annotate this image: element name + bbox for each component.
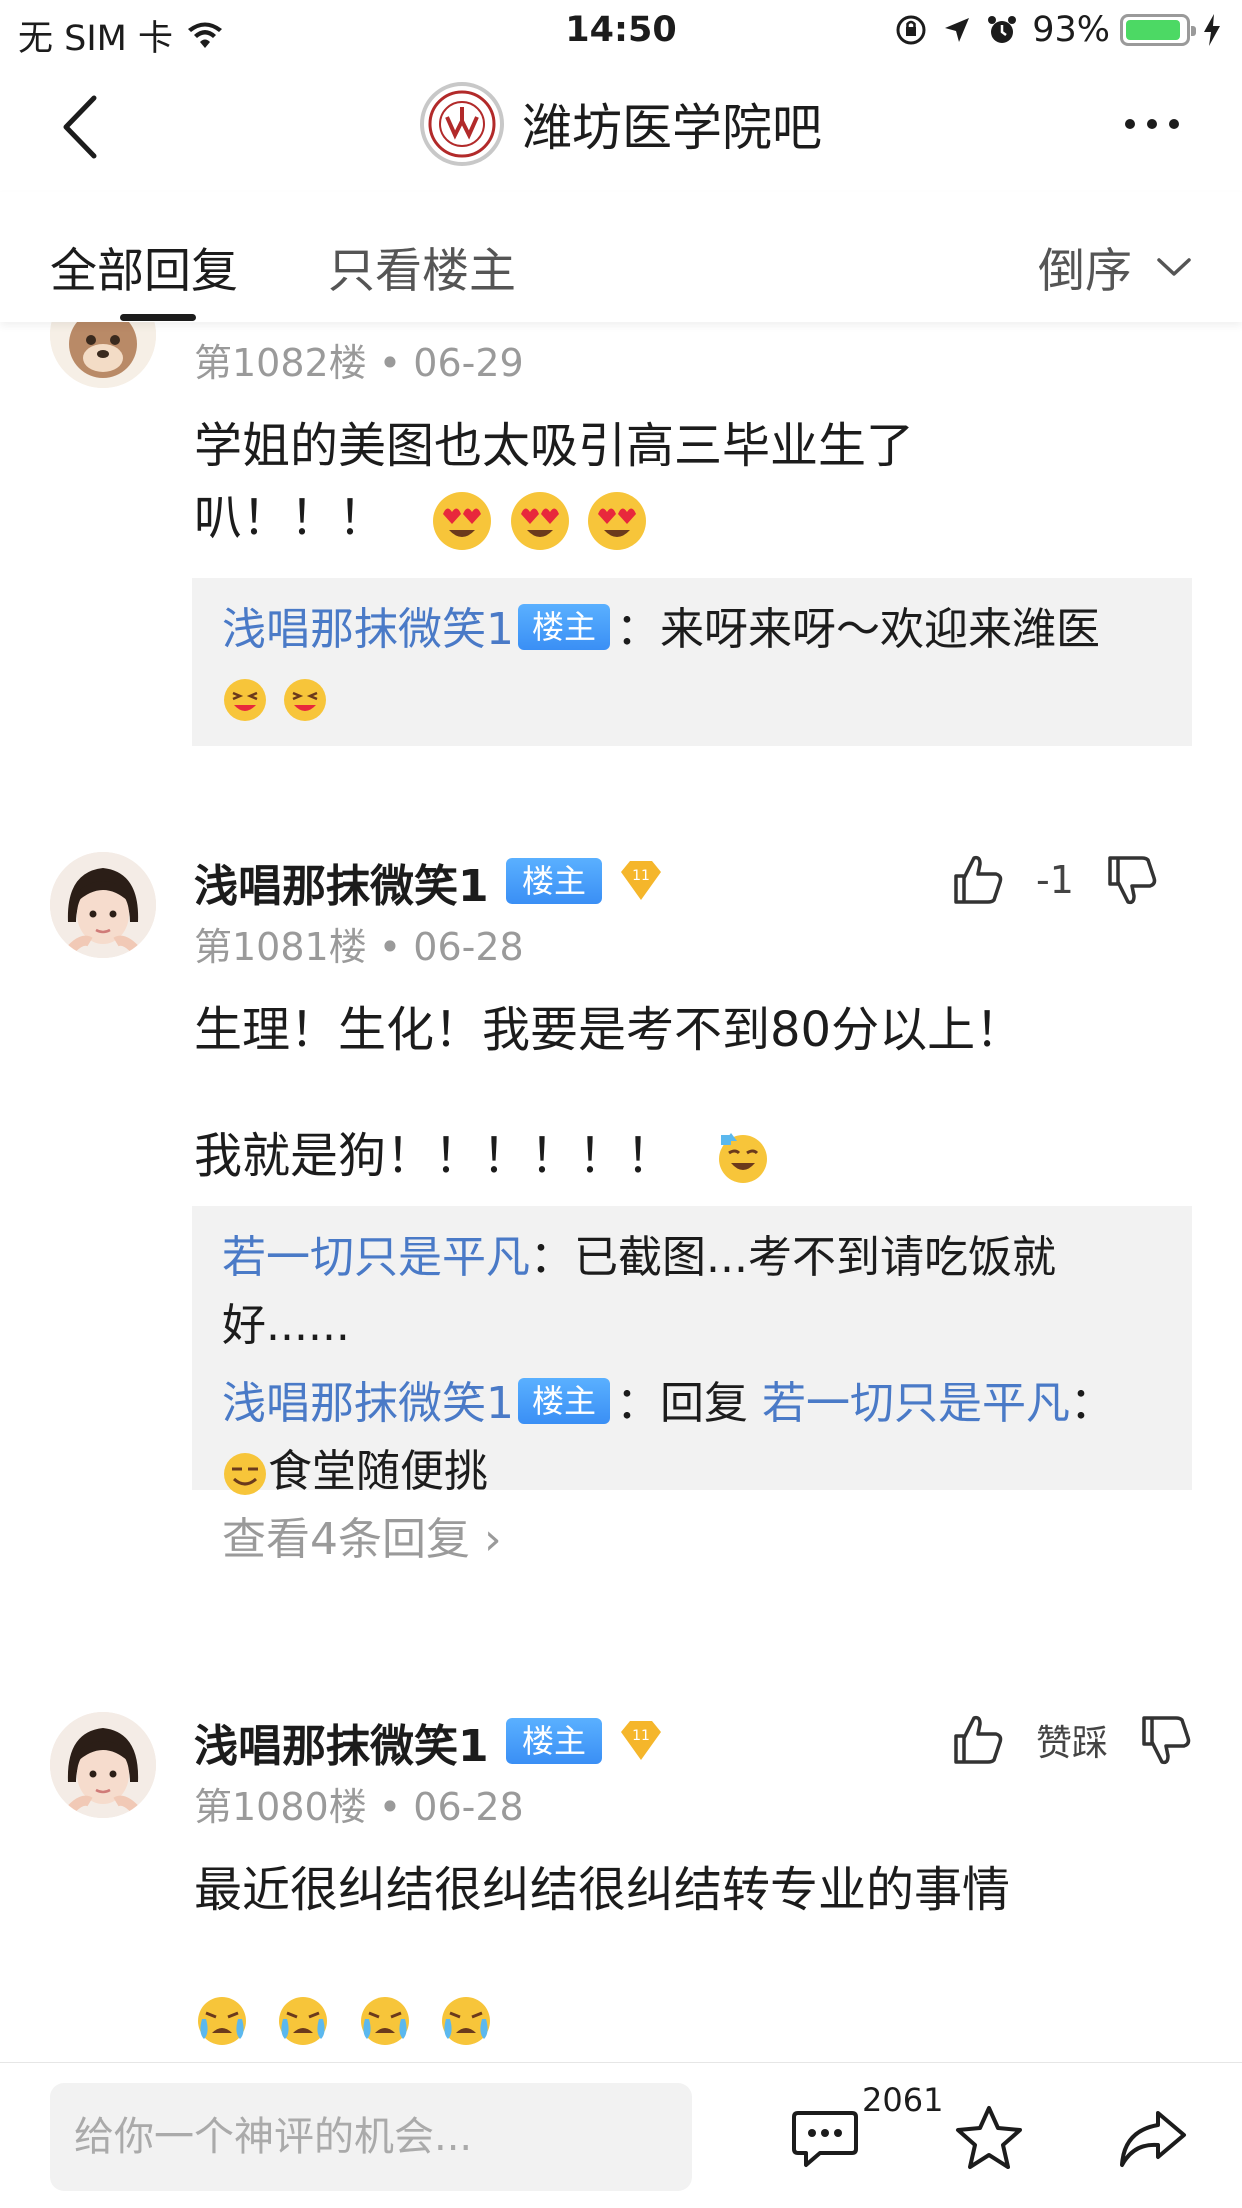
more-dots-icon[interactable] xyxy=(1122,114,1182,134)
bottom-bar: 2061 xyxy=(0,2062,1242,2208)
sort-label: 倒序 xyxy=(1038,244,1132,299)
heart-eyes-emoji-icon xyxy=(510,492,569,550)
share-icon[interactable] xyxy=(1118,2103,1188,2173)
level-diamond-icon: 11 xyxy=(621,861,661,900)
charging-icon xyxy=(1204,14,1220,46)
thumbs-down-icon[interactable] xyxy=(1104,852,1160,908)
grin-emoji-icon xyxy=(224,679,266,721)
svg-text:11: 11 xyxy=(632,868,650,884)
thumbs-down-icon[interactable] xyxy=(1138,1712,1194,1768)
host-badge: 楼主 xyxy=(506,1718,603,1764)
sub-reply-box[interactable]: 若一切只是平凡：已截图...考不到请吃饭就好...... 浅唱那抹微笑1 楼主 ：回… xyxy=(192,1206,1192,1565)
view-more-replies-link[interactable]: 查看4条回复 › xyxy=(222,1506,1162,1574)
vote-controls: 赞踩 xyxy=(950,1712,1194,1768)
sub-reply-box[interactable]: 浅唱那抹微笑1 楼主 ：来呀来呀～欢迎来潍医 xyxy=(192,578,1192,746)
heart-eyes-emoji-icon xyxy=(587,492,646,550)
sub-reply-emojis xyxy=(222,664,1162,732)
sub-reply-username[interactable]: 浅唱那抹微笑1 xyxy=(222,604,514,655)
comment-count: 2061 xyxy=(862,2081,944,2119)
level-diamond-icon: 11 xyxy=(621,1721,661,1760)
sort-dropdown[interactable]: 倒序 xyxy=(1038,232,1192,301)
host-badge: 楼主 xyxy=(518,604,611,650)
crying-emoji-icon xyxy=(198,1997,246,2045)
bear-avatar-icon xyxy=(50,322,156,388)
school-emblem-icon xyxy=(428,90,496,158)
post-body: 生理！生化！我要是考不到80分以上！ 我就是狗！！！！！！ xyxy=(194,994,1194,1192)
crying-emoji-icon xyxy=(360,1997,409,2045)
status-right: 93% xyxy=(894,10,1222,50)
avatar[interactable] xyxy=(50,1712,156,1818)
post-body-line: 生理！生化！我要是考不到80分以上！ xyxy=(194,1002,1024,1058)
host-badge: 楼主 xyxy=(518,1378,611,1424)
nav-bar: 潍坊医学院吧 xyxy=(0,62,1242,192)
post-body: 学姐的美图也太吸引高三毕业生了 叭！！！ xyxy=(194,410,1194,554)
chevron-down-icon xyxy=(1157,257,1191,276)
crying-emoji-icon xyxy=(441,1997,490,2045)
sub-reply-text: ：回复 xyxy=(616,1378,749,1429)
grin-emoji-icon xyxy=(284,679,326,721)
sub-reply-username[interactable]: 若一切只是平凡 xyxy=(222,1232,530,1283)
thumbs-up-icon[interactable] xyxy=(950,1712,1006,1768)
svg-text:11: 11 xyxy=(632,1728,650,1744)
alarm-icon xyxy=(988,16,1017,43)
sub-reply[interactable]: 浅唱那抹微笑1 楼主 ：来呀来呀～欢迎来潍医 xyxy=(222,596,1162,664)
location-icon xyxy=(945,18,970,42)
post-body-line-2: 叭！！！ xyxy=(194,482,1194,554)
heart-eyes-emoji-icons xyxy=(431,490,648,550)
post-body-line-2: 我就是狗！！！！！！ xyxy=(194,1120,1194,1192)
floor-and-date: 第1081楼 • 06-28 xyxy=(194,925,524,969)
forum-header[interactable]: 潍坊医学院吧 xyxy=(0,82,1242,166)
vote-label: 赞踩 xyxy=(1036,1723,1109,1764)
comment-input[interactable] xyxy=(50,2083,692,2191)
battery-percent: 93% xyxy=(1032,10,1110,50)
post-body-line: 最近很纠结很纠结很纠结转专业的事情 xyxy=(194,1862,1011,1918)
sub-reply-colon: ： xyxy=(1070,1378,1115,1429)
sub-reply[interactable]: 若一切只是平凡：已截图...考不到请吃饭就好...... xyxy=(222,1224,1162,1360)
reply-tabs: 全部回复 只看楼主 倒序 xyxy=(0,192,1242,322)
forum-logo xyxy=(420,82,504,166)
heart-eyes-emoji-icon xyxy=(433,492,492,550)
girl-avatar-icon xyxy=(50,852,156,958)
crying-emoji-icon xyxy=(279,1997,328,2045)
thumbs-up-icon[interactable] xyxy=(950,852,1006,908)
battery-icon xyxy=(1120,14,1196,46)
reply-list[interactable]: 第1082楼 • 06-29 学姐的美图也太吸引高三毕业生了 叭！！！ 浅唱那抹… xyxy=(0,322,1242,2062)
active-tab-indicator xyxy=(120,314,196,321)
tab-only-host[interactable]: 只看楼主 xyxy=(328,232,516,301)
post-body-line: 学姐的美图也太吸引高三毕业生了 xyxy=(194,418,915,474)
sub-reply[interactable]: 浅唱那抹微笑1 楼主 ：回复 若一切只是平凡： 食堂随便挑 xyxy=(222,1370,1162,1506)
forum-title: 潍坊医学院吧 xyxy=(522,99,822,157)
girl-avatar-icon xyxy=(50,1712,156,1818)
floor-and-date: 第1080楼 • 06-28 xyxy=(194,1785,524,1829)
avatar[interactable] xyxy=(50,852,156,958)
avatar[interactable] xyxy=(50,322,156,388)
post-body: 最近很纠结很纠结很纠结转专业的事情 xyxy=(194,1854,1194,2054)
sub-reply-username[interactable]: 浅唱那抹微笑1 xyxy=(222,1378,514,1429)
star-favorite-icon[interactable] xyxy=(954,2103,1024,2173)
host-badge: 楼主 xyxy=(506,858,603,904)
tab-all-replies[interactable]: 全部回复 xyxy=(50,232,238,301)
post-body-text: 叭！！！ xyxy=(194,490,387,546)
vote-controls: -1 xyxy=(950,852,1160,908)
post-username[interactable]: 浅唱那抹微笑1 xyxy=(194,1710,489,1774)
post-username[interactable]: 浅唱那抹微笑1 xyxy=(194,850,489,914)
smirk-emoji-icon xyxy=(224,1453,266,1495)
comments-icon[interactable] xyxy=(790,2103,860,2173)
sub-reply-text: ：来呀来呀～欢迎来潍医 xyxy=(616,604,1101,655)
sweat-smile-emoji-icon xyxy=(719,1133,768,1183)
status-bar: 无 SIM 卡 14:50 93% xyxy=(0,0,1242,62)
vote-count: -1 xyxy=(1036,858,1074,902)
rotation-lock-icon xyxy=(896,15,926,45)
crying-emojis xyxy=(194,1982,1194,2054)
floor-and-date: 第1082楼 • 06-29 xyxy=(194,341,524,385)
sub-reply-text: 食堂随便挑 xyxy=(268,1446,488,1497)
post-body-text: 我就是狗！！！！！！ xyxy=(194,1128,675,1184)
reply-target-username[interactable]: 若一切只是平凡 xyxy=(762,1378,1070,1429)
